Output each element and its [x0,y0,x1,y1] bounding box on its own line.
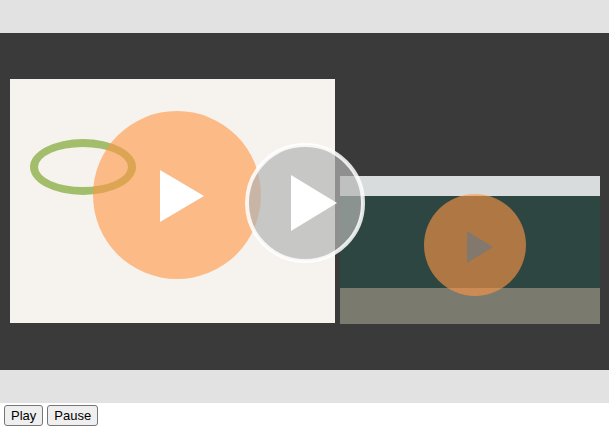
top-bar [0,0,609,33]
control-button[interactable]: Pause [47,405,98,426]
control-button[interactable]: Play [4,405,43,426]
controls: PlayPause [0,403,609,428]
video-stage[interactable] [0,33,609,370]
bottom-bar [0,370,609,403]
main-play-icon[interactable] [243,141,367,265]
slides-play-icon[interactable] [92,110,262,280]
video-page: PlayPause [0,0,609,431]
classroom-play-icon[interactable] [423,193,527,297]
